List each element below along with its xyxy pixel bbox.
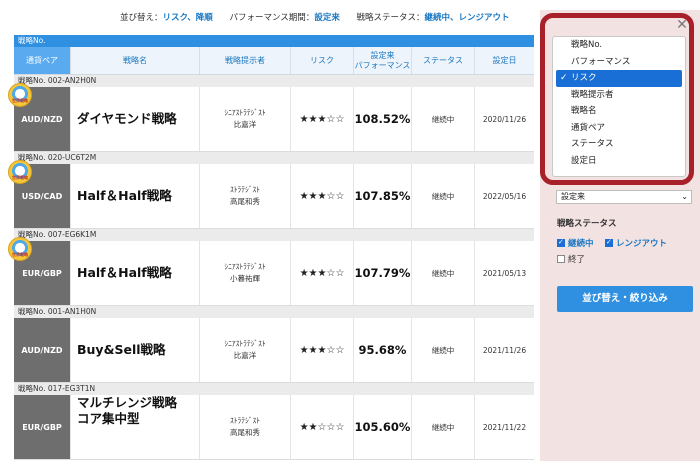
table-row[interactable]: AUD/NZD Buy&Sell戦略 ｼﾆｱｽﾄﾗﾃｼﾞｽﾄ 比嘉洋 ★★★☆☆ … (14, 318, 534, 383)
performance-value: 105.60% (354, 395, 412, 459)
strategy-name[interactable]: ダイヤモンド戦略 (71, 87, 200, 151)
world-strategy-badge-icon: 世界戦略 (8, 160, 32, 184)
perf-header-line1: 設定来 (370, 51, 395, 61)
status-text: 継続中 (412, 164, 475, 228)
table-row[interactable]: 世界戦略 AUD/NZD ダイヤモンド戦略 ｼﾆｱｽﾄﾗﾃｼﾞｽﾄ 比嘉洋 ★★★… (8, 83, 534, 152)
period-select[interactable]: 設定来 ⌄ (556, 190, 692, 204)
strategy-provider: ｽﾄﾗﾃｼﾞｽﾄ 高尾和秀 (200, 395, 291, 459)
pair-label: USD/CAD (21, 191, 63, 201)
strategy-provider: ｼﾆｱｽﾄﾗﾃｼﾞｽﾄ 比嘉洋 (200, 318, 291, 382)
performance-value: 95.68% (354, 318, 412, 382)
table-row[interactable]: EUR/GBP マルチレンジ戦略 コア集中型 ｽﾄﾗﾃｼﾞｽﾄ 高尾和秀 ★★☆☆☆… (14, 395, 534, 460)
strategy-provider: ｼﾆｱｽﾄﾗﾃｼﾞｽﾄ 小暮祐輝 (200, 241, 291, 305)
status-value: 継続中、レンジアウト (424, 13, 510, 23)
pair-label: EUR/GBP (22, 268, 62, 278)
world-strategy-badge-icon: 世界戦略 (8, 237, 32, 261)
column-header-risk[interactable]: リスク (291, 47, 354, 74)
table-group-header: 戦略No. (14, 35, 534, 47)
performance-value: 107.79% (354, 241, 412, 305)
period-select-value: 設定来 (561, 192, 585, 201)
status-ended-checkbox[interactable]: 終了 (557, 253, 585, 265)
currency-pair: 世界戦略 USD/CAD (8, 160, 71, 228)
currency-pair: 世界戦略 AUD/NZD (8, 83, 71, 151)
perf-header-line2: パフォーマンス (354, 60, 411, 70)
checkbox-unchecked-icon (557, 255, 565, 263)
pair-label: EUR/GBP (22, 422, 62, 432)
strategy-name[interactable]: Buy&Sell戦略 (71, 318, 200, 382)
risk-stars: ★★★☆☆ (291, 87, 354, 151)
apply-sort-filter-button[interactable]: 並び替え・絞り込み (557, 286, 693, 312)
currency-pair: EUR/GBP (14, 395, 71, 459)
column-header-provider[interactable]: 戦略提示者 (200, 47, 291, 74)
column-header-performance[interactable]: 設定来 パフォーマンス (354, 47, 412, 74)
checkbox-checked-icon (605, 238, 613, 247)
risk-stars: ★★★☆☆ (291, 318, 354, 382)
period-value: 設定来 (314, 13, 340, 23)
strategy-id: 戦略No. 002-AN2H0N (14, 75, 534, 87)
status-text: 継続中 (412, 395, 475, 459)
strategy-name[interactable]: Half＆Half戦略 (71, 164, 200, 228)
status-filter-title: 戦略ステータス (557, 219, 617, 229)
strategy-table: 戦略No. 通貨ペア 戦略名 戦略提示者 リスク 設定来 パフォーマンス ステー… (8, 35, 534, 460)
table-row-group: 戦略No. 020-UC6T2M 世界戦略 USD/CAD Half＆Half戦… (8, 152, 534, 229)
status-continuing-checkbox[interactable]: 継続中 (557, 237, 594, 249)
start-date: 2021/05/13 (482, 268, 527, 278)
start-date: 2021/11/26 (482, 345, 527, 355)
world-strategy-badge-icon: 世界戦略 (8, 83, 32, 107)
risk-stars: ★★★☆☆ (291, 241, 354, 305)
column-header-date[interactable]: 設定日 (475, 47, 534, 74)
currency-pair: 世界戦略 EUR/GBP (8, 237, 71, 305)
strategy-name[interactable]: Half＆Half戦略 (71, 241, 200, 305)
start-date: 2020/11/26 (482, 114, 527, 124)
risk-stars: ★★★☆☆ (291, 164, 354, 228)
sort-value: リスク、降順 (162, 13, 213, 23)
performance-value: 108.52% (354, 87, 412, 151)
start-date: 2022/05/16 (482, 191, 527, 201)
strategy-provider: ｼﾆｱｽﾄﾗﾃｼﾞｽﾄ 比嘉洋 (200, 87, 291, 151)
checkbox-checked-icon (557, 238, 565, 247)
filter-summary-bar: 並び替え：リスク、降順 パフォーマンス期間：設定来 戦略ステータス：継続中、レン… (120, 11, 510, 23)
table-row-group: 戦略No. 007-EG6K1M 世界戦略 EUR/GBP Half＆Half戦… (8, 229, 534, 306)
table-column-headers: 通貨ペア 戦略名 戦略提示者 リスク 設定来 パフォーマンス ステータス 設定日 (14, 47, 534, 75)
chevron-down-icon: ⌄ (681, 192, 688, 201)
status-rangeout-checkbox[interactable]: レンジアウト (605, 237, 667, 249)
column-header-name[interactable]: 戦略名 (71, 47, 200, 74)
table-row[interactable]: 世界戦略 EUR/GBP Half＆Half戦略 ｼﾆｱｽﾄﾗﾃｼﾞｽﾄ 小暮祐輝… (8, 237, 534, 306)
table-row-group: 戦略No. 001-AN1H0N AUD/NZD Buy&Sell戦略 ｼﾆｱｽ… (14, 306, 534, 383)
period-label: パフォーマンス期間： (229, 13, 315, 23)
pair-label: AUD/NZD (21, 345, 63, 355)
performance-value: 107.85% (354, 164, 412, 228)
strategy-id: 戦略No. 001-AN1H0N (14, 306, 534, 318)
currency-pair: AUD/NZD (14, 318, 71, 382)
highlight-ring (540, 13, 694, 185)
table-row-group: 戦略No. 002-AN2H0N 世界戦略 AUD/NZD ダイヤモンド戦略 ｼ… (8, 75, 534, 152)
status-text: 継続中 (412, 87, 475, 151)
table-row[interactable]: 世界戦略 USD/CAD Half＆Half戦略 ｽﾄﾗﾃｼﾞｽﾄ 高尾和秀 ★★… (8, 160, 534, 229)
sort-label: 並び替え： (120, 13, 163, 23)
strategy-id: 戦略No. 020-UC6T2M (14, 152, 534, 164)
strategy-provider: ｽﾄﾗﾃｼﾞｽﾄ 高尾和秀 (200, 164, 291, 228)
pair-label: AUD/NZD (21, 114, 63, 124)
strategy-id: 戦略No. 007-EG6K1M (14, 229, 534, 241)
status-text: 継続中 (412, 318, 475, 382)
status-label: 戦略ステータス： (356, 13, 425, 23)
strategy-name[interactable]: マルチレンジ戦略 コア集中型 (71, 395, 200, 459)
start-date: 2021/11/22 (482, 422, 527, 432)
risk-stars: ★★☆☆☆ (291, 395, 354, 459)
strategy-id: 戦略No. 017-EG3T1N (14, 383, 534, 395)
status-text: 継続中 (412, 241, 475, 305)
table-row-group: 戦略No. 017-EG3T1N EUR/GBP マルチレンジ戦略 コア集中型 ｽ… (14, 383, 534, 460)
column-header-pair[interactable]: 通貨ペア (14, 47, 71, 74)
column-header-status[interactable]: ステータス (412, 47, 475, 74)
